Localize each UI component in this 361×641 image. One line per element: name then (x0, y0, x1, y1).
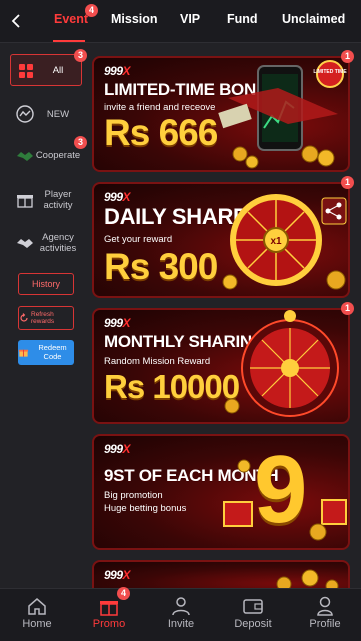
limited-time-tag: LIMITED TIME (313, 69, 347, 75)
refresh-icon (20, 313, 28, 322)
gift-icon (100, 601, 118, 616)
home-icon (28, 598, 46, 615)
promo-banner-monthly-sharing[interactable]: 999X MONTHLY SHARING Random Mission Rewa… (92, 308, 350, 424)
back-arrow-icon[interactable] (6, 10, 28, 32)
category-sidebar: All 3 NEW Cooperate 3 Player activity Ag… (0, 43, 90, 588)
sidebar-item-player-activity[interactable]: Player activity (10, 183, 82, 217)
nav-profile[interactable]: Profile (295, 589, 355, 641)
profile-icon (317, 596, 333, 616)
sidebar-item-all[interactable]: All (10, 54, 82, 86)
sidebar-item-agency-activities[interactable]: Agency activities (10, 226, 82, 260)
redeem-code-button[interactable]: Redeem Code (18, 340, 74, 365)
sidebar-item-label: Player activity (43, 189, 73, 211)
wallet-icon (243, 599, 263, 614)
tab-fund[interactable]: Fund (227, 12, 258, 26)
banner-subtitle: Big promotion (104, 490, 163, 501)
sidebar-all-badge: 3 (74, 49, 87, 62)
wheel-center-label: x1 (270, 236, 282, 247)
banner-subtitle: Random Mission Reward (104, 356, 211, 367)
nav-home[interactable]: Home (7, 589, 67, 641)
nav-label: Profile (309, 618, 341, 630)
brand-logo: 999X (104, 442, 131, 456)
banner-amount: Rs 300 (104, 246, 218, 287)
banner-amount: Rs 666 (104, 112, 218, 153)
top-tab-bar: Event 4 Mission VIP Fund Unclaimed (0, 0, 361, 43)
big-number-nine: 9 (254, 436, 308, 543)
refresh-rewards-button[interactable]: Refresh rewards (18, 306, 74, 330)
tab-event-badge: 4 (85, 4, 98, 17)
nav-promo[interactable]: Promo (79, 589, 139, 641)
nav-promo-badge: 4 (117, 587, 130, 600)
tab-event[interactable]: Event (54, 12, 88, 26)
nav-label: Home (22, 618, 52, 630)
brand-logo: 999X (104, 64, 131, 78)
promo-banner-ninth-of-month[interactable]: 999X 9ST OF EACH MONTH Big promotion Hug… (92, 434, 350, 550)
phone-coins-illustration: LIMITED TIME (218, 60, 347, 169)
sidebar-cooperate-badge: 3 (74, 136, 87, 149)
handshake-icon (17, 239, 33, 248)
sidebar-item-cooperate[interactable]: Cooperate (10, 138, 82, 172)
redeem-code-label: Redeem Code (38, 343, 67, 361)
gift-icon (17, 195, 33, 208)
active-tab-indicator (53, 40, 85, 42)
nav-label: Promo (92, 618, 126, 630)
refresh-rewards-label: Refresh rewards (31, 310, 55, 326)
banner-subtitle: Get your reward (104, 234, 173, 245)
brand-logo: 999X (104, 568, 131, 582)
banner-badge: 1 (341, 50, 354, 63)
sidebar-item-label: Agency activities (39, 232, 77, 254)
banner-badge: 1 (341, 302, 354, 315)
nav-label: Deposit (234, 618, 272, 630)
nav-label: Invite (167, 618, 195, 630)
history-button[interactable]: History (18, 273, 74, 295)
prize-wheel-illustration: x1 (222, 194, 347, 290)
banner-subtitle-2: Huge betting bonus (104, 503, 187, 514)
sidebar-item-new[interactable]: NEW (10, 98, 82, 130)
messenger-icon (16, 105, 34, 123)
roulette-wheel-illustration (224, 310, 339, 417)
nav-invite[interactable]: Invite (151, 589, 211, 641)
sidebar-item-label: NEW (46, 108, 70, 120)
invite-icon (172, 597, 190, 616)
promo-banner-limited-time-bonus[interactable]: 999X LIMITED-TIME BONUS invite a friend … (92, 56, 350, 172)
handshake-icon (17, 152, 33, 161)
gift-icon (18, 349, 29, 357)
promo-banner-daily-share[interactable]: 999X DAILY SHARE Get your reward Rs 300 … (92, 182, 350, 298)
banner-badge: 1 (341, 176, 354, 189)
tab-mission[interactable]: Mission (111, 12, 158, 26)
tab-vip[interactable]: VIP (180, 12, 200, 26)
brand-logo: 999X (104, 316, 131, 330)
brand-logo: 999X (104, 190, 131, 204)
nav-deposit[interactable]: Deposit (223, 589, 283, 641)
tab-unclaimed[interactable]: Unclaimed (282, 12, 345, 26)
sidebar-item-label: All (52, 64, 64, 76)
grid-icon (19, 64, 33, 78)
bottom-navigation: Home Promo 4 Invite Deposit Profile (0, 587, 361, 641)
